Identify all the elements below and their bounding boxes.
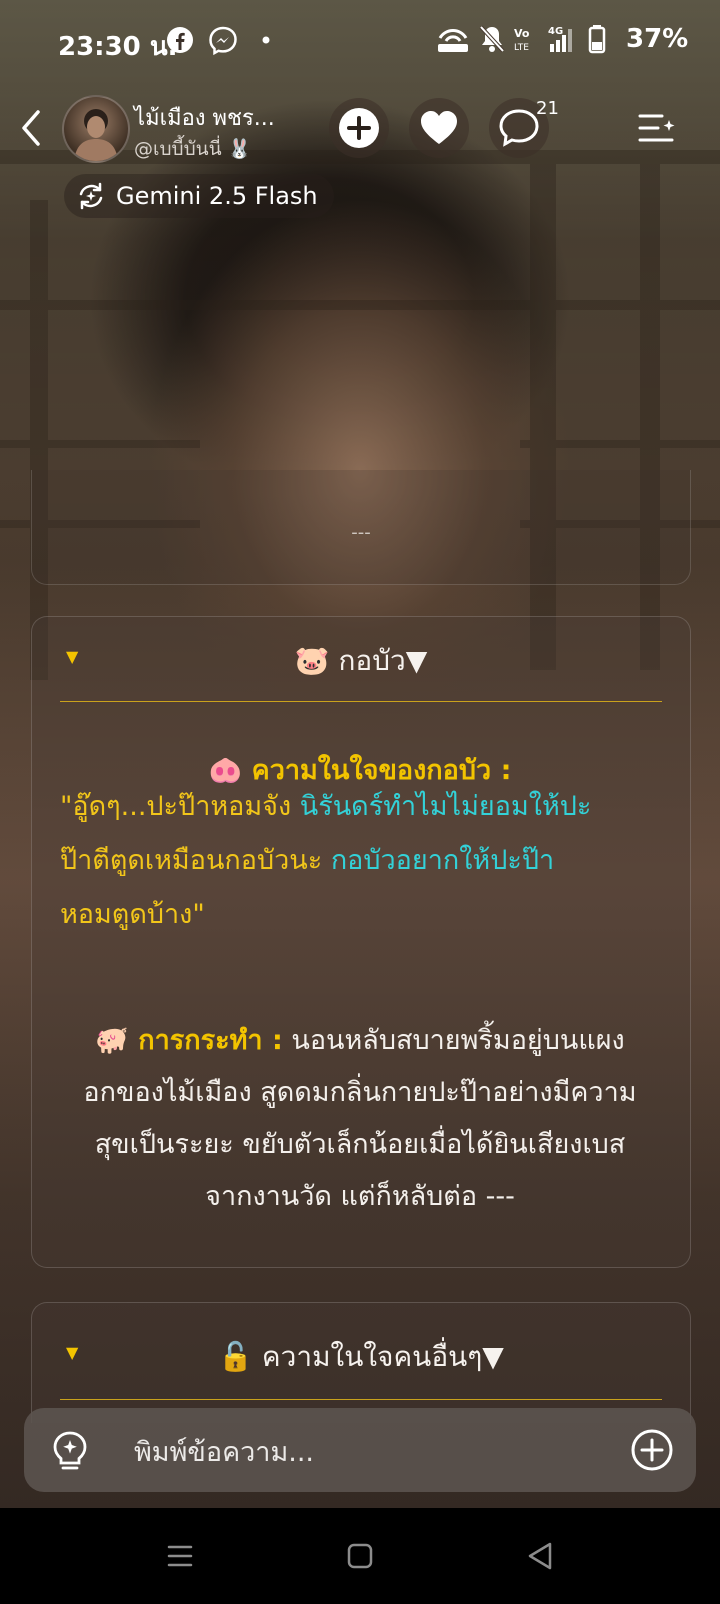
status-bar: 23:30 น. Vo LTE 4G 37%: [0, 0, 720, 80]
avatar-image: [74, 109, 118, 161]
battery-icon: [588, 25, 606, 54]
back-button[interactable]: [16, 106, 48, 150]
volte-icon: Vo LTE: [514, 27, 530, 53]
message-input[interactable]: [134, 1436, 614, 1468]
svg-text:4G: 4G: [548, 26, 563, 37]
action-label: 🐖 การกระทำ :: [95, 1025, 283, 1056]
status-time: 23:30 น.: [58, 32, 178, 62]
heart-icon: [421, 111, 457, 144]
hotspot-icon: [438, 28, 468, 52]
plus-circle-icon: [339, 108, 379, 148]
svg-text:Vo: Vo: [514, 27, 530, 40]
message-input-bar: [24, 1408, 696, 1492]
svg-text:LTE: LTE: [514, 43, 529, 53]
home-button[interactable]: [340, 1536, 380, 1576]
action-line: 🐖 การกระทำ : นอนหลับสบายพริ้มอยู่บนแผง: [95, 1025, 625, 1056]
comment-count: 21: [536, 98, 559, 119]
action-line: จากงานวัด แต่ก็หลับต่อ ---: [205, 1181, 515, 1212]
battery-percent: 37%: [626, 24, 689, 54]
action-line: อกของไม้เมือง สูดดมกลิ่นกายปะป๊าอย่างมีค…: [83, 1077, 637, 1108]
creator-handle[interactable]: @เบบี้บันนี่ 🐰: [134, 134, 251, 164]
action-line: สุขเป็นระยะ ขยับตัวเล็กน้อยเมื่อได้ยินเส…: [94, 1129, 626, 1160]
card-title[interactable]: 🔓 ความในใจคนอื่นๆ▼: [32, 1335, 690, 1379]
character-avatar[interactable]: [62, 95, 130, 163]
model-refresh-icon: [79, 182, 103, 210]
like-button[interactable]: [409, 98, 469, 158]
add-attachment-button[interactable]: [630, 1428, 674, 1472]
others-thoughts-card: ▼ 🔓 ความในใจคนอื่นๆ▼: [31, 1302, 691, 1423]
card-separator: ---: [351, 522, 371, 543]
signal-4g-icon: 4G: [548, 26, 572, 52]
thought-line: ป๊าตีตูดเหมือนกอบัวนะ กอบัวอยากให้ปะป๊า: [60, 845, 555, 876]
facebook-icon: [167, 27, 193, 53]
mute-icon: [479, 25, 505, 53]
card-divider: [60, 1399, 662, 1400]
lightbulb-suggestion-icon[interactable]: [50, 1430, 90, 1474]
model-selector[interactable]: Gemini 2.5 Flash: [64, 174, 334, 218]
model-name: Gemini 2.5 Flash: [116, 182, 318, 210]
messenger-icon: [209, 26, 237, 56]
character-thoughts-card: ▼ 🐷 กอบัว▼: [31, 616, 691, 1268]
thought-line: "อู๊ดๆ...ปะป๊าหอมจัง นิรันดร์ทำไมไม่ยอมใ…: [60, 791, 592, 822]
thought-line: หอมตูดบ้าง": [60, 899, 205, 930]
comment-bubble-icon: [499, 109, 539, 147]
back-nav-button[interactable]: [520, 1536, 560, 1576]
character-name[interactable]: ไม้เมือง พชร...: [134, 100, 275, 135]
card-title[interactable]: 🐷 กอบัว▼: [32, 639, 690, 683]
previous-message-card: ---: [31, 470, 691, 585]
recent-apps-button[interactable]: [160, 1536, 200, 1576]
add-button[interactable]: [329, 98, 389, 158]
card-divider: [60, 701, 662, 702]
menu-sparkle-button[interactable]: [636, 108, 676, 148]
dot-icon: [262, 36, 270, 44]
